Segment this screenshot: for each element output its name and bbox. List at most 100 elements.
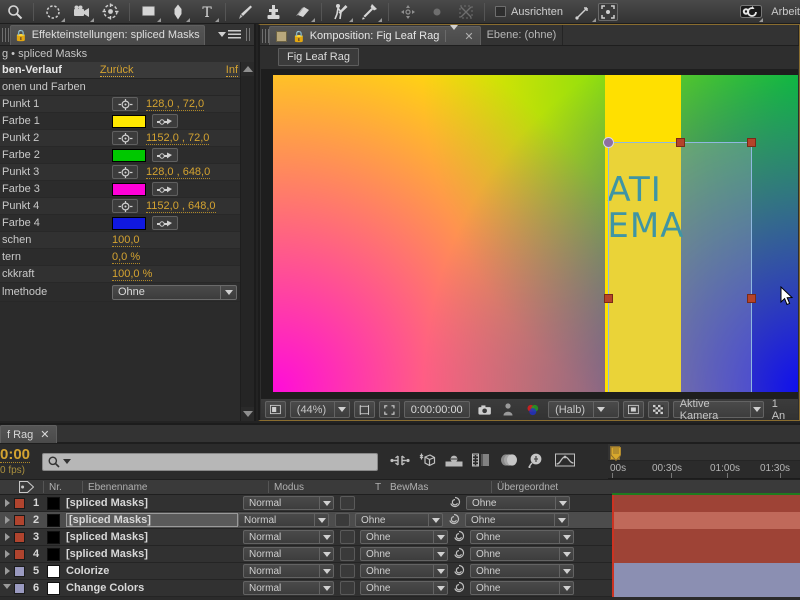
comp-breadcrumb[interactable]: Fig Leaf Rag bbox=[278, 47, 359, 66]
label-color-chip[interactable] bbox=[14, 548, 25, 560]
timeline-layer-bars[interactable] bbox=[608, 493, 800, 597]
eyedropper-icon[interactable] bbox=[152, 148, 178, 162]
panel-grip-icon[interactable] bbox=[2, 27, 9, 42]
composition-mini-flowchart-icon[interactable] bbox=[390, 454, 410, 470]
tab-composition[interactable]: 🔒 Komposition: Fig Leaf Rag ✕ bbox=[269, 25, 481, 45]
chevron-down-icon[interactable] bbox=[593, 402, 608, 417]
selection-handle-mid-right[interactable] bbox=[747, 294, 757, 304]
twirl-icon[interactable] bbox=[0, 583, 14, 593]
chevron-down-icon[interactable] bbox=[428, 514, 442, 526]
snapshot-icon[interactable] bbox=[474, 401, 495, 418]
eyedropper-icon[interactable] bbox=[152, 114, 178, 128]
chevron-down-icon[interactable] bbox=[220, 285, 236, 299]
brush-tool[interactable] bbox=[230, 1, 259, 23]
anchor-point-handle[interactable] bbox=[602, 136, 614, 148]
parent-pickwhip-icon[interactable] bbox=[453, 564, 465, 579]
show-snapshot-icon[interactable] bbox=[499, 401, 518, 418]
parent-pickwhip-icon[interactable] bbox=[449, 496, 461, 511]
timeline-ruler-band[interactable]: 00s 00:30s 01:00s 01:30s bbox=[608, 461, 800, 479]
layer-duration-bar[interactable] bbox=[612, 580, 800, 597]
track-matte-select[interactable]: Ohne bbox=[355, 513, 443, 527]
puppet-pin-tool[interactable] bbox=[355, 1, 384, 23]
param-row-jittern[interactable]: tern 0,0 % bbox=[0, 249, 240, 266]
parent-pickwhip-icon[interactable] bbox=[453, 547, 465, 562]
lock-icon[interactable]: 🔒 bbox=[14, 29, 28, 42]
label-color-chip[interactable] bbox=[14, 531, 25, 543]
workspace-switch-icon[interactable] bbox=[736, 1, 765, 23]
timeline-ruler[interactable]: 00s 00:30s 01:00s 01:30s bbox=[608, 444, 800, 479]
column-header-mode[interactable]: Modus bbox=[274, 480, 366, 494]
chevron-down-icon[interactable] bbox=[314, 514, 328, 526]
current-timecode[interactable]: 0:00:00:00 bbox=[403, 401, 470, 418]
track-matte-select[interactable]: Ohne bbox=[360, 581, 448, 595]
parent-pickwhip-icon[interactable] bbox=[453, 581, 465, 596]
chevron-down-icon[interactable] bbox=[218, 32, 226, 37]
chevron-down-icon[interactable] bbox=[319, 582, 333, 594]
type-tool[interactable]: T bbox=[192, 1, 221, 23]
eyedropper-icon[interactable] bbox=[152, 216, 178, 230]
param-row-mischmethode[interactable]: lmethode Ohne bbox=[0, 283, 240, 302]
column-header-number[interactable]: Nr. bbox=[49, 480, 77, 494]
search-chevron-down-icon[interactable] bbox=[63, 459, 71, 464]
layer-name[interactable]: [spliced Masks] bbox=[66, 548, 243, 560]
chevron-down-icon[interactable] bbox=[319, 497, 333, 509]
chevron-down-icon[interactable] bbox=[559, 582, 573, 594]
region-of-interest-icon[interactable] bbox=[597, 2, 618, 21]
snapping-icon[interactable] bbox=[569, 1, 598, 23]
track-matte-select[interactable]: Ohne bbox=[360, 564, 448, 578]
mask-feather-tool[interactable] bbox=[422, 1, 451, 23]
twirl-icon[interactable] bbox=[0, 533, 14, 541]
preserve-transparency-toggle[interactable] bbox=[340, 496, 355, 510]
hide-shy-layers-icon[interactable] bbox=[445, 454, 463, 470]
param-value[interactable]: 1152,0 , 72,0 bbox=[146, 132, 210, 145]
layer-name[interactable]: Change Colors bbox=[66, 582, 243, 594]
clone-stamp-tool[interactable] bbox=[259, 1, 288, 23]
param-value[interactable]: 1152,0 , 648,0 bbox=[146, 200, 216, 213]
chevron-down-icon[interactable] bbox=[445, 25, 459, 42]
track-matte-select[interactable]: Ohne bbox=[360, 530, 448, 544]
blend-mode-select[interactable]: Normal bbox=[243, 547, 334, 561]
param-row-farbe-1[interactable]: Farbe 1 bbox=[0, 113, 240, 130]
preserve-transparency-toggle[interactable] bbox=[340, 581, 355, 595]
label-color-chip[interactable] bbox=[14, 497, 25, 509]
chevron-down-icon[interactable] bbox=[319, 565, 333, 577]
pan-behind-tool[interactable] bbox=[96, 1, 125, 23]
region-preview-icon[interactable] bbox=[623, 401, 644, 418]
tab-effect-controls[interactable]: 🔒 Effekteinstellungen: spliced Masks bbox=[10, 24, 205, 45]
point-picker-icon[interactable] bbox=[112, 165, 138, 179]
chevron-down-icon[interactable] bbox=[319, 531, 333, 543]
layer-name-edit-field[interactable]: [spliced Masks] bbox=[66, 513, 238, 527]
chevron-down-icon[interactable] bbox=[433, 565, 447, 577]
resolution-select[interactable]: (Halb) bbox=[548, 401, 620, 418]
layer-name[interactable]: Colorize bbox=[66, 565, 243, 577]
selection-handle-top-right[interactable] bbox=[747, 137, 757, 147]
parent-select[interactable]: Ohne bbox=[470, 530, 574, 544]
color-swatch[interactable] bbox=[112, 182, 146, 196]
preserve-transparency-toggle[interactable] bbox=[340, 547, 355, 561]
layer-selection-box[interactable] bbox=[602, 136, 757, 392]
work-area-bar[interactable] bbox=[608, 444, 800, 461]
lock-icon[interactable]: 🔒 bbox=[292, 30, 306, 43]
param-row-mischen[interactable]: schen 100,0 bbox=[0, 232, 240, 249]
track-matte-select[interactable]: Ohne bbox=[360, 547, 448, 561]
param-value[interactable]: 100,0 % bbox=[112, 268, 153, 281]
grid-guides-icon[interactable] bbox=[354, 401, 375, 418]
blend-mode-select[interactable]: Normal bbox=[243, 564, 334, 578]
parent-select[interactable]: Ohne bbox=[470, 547, 574, 561]
chevron-down-icon[interactable] bbox=[433, 531, 447, 543]
always-preview-icon[interactable] bbox=[265, 401, 286, 418]
chevron-down-icon[interactable] bbox=[749, 402, 763, 417]
twirl-icon[interactable] bbox=[0, 499, 14, 507]
column-header-track-matte[interactable]: BewMas bbox=[390, 480, 486, 494]
scrollbar-track[interactable] bbox=[241, 76, 254, 407]
composition-canvas[interactable]: ATI EMA bbox=[273, 75, 798, 392]
panel-menu-icon[interactable] bbox=[228, 30, 241, 39]
chevron-down-icon[interactable] bbox=[319, 548, 333, 560]
scroll-up-icon[interactable] bbox=[241, 62, 255, 76]
chevron-down-icon[interactable] bbox=[555, 497, 569, 509]
param-value[interactable]: 100,0 bbox=[112, 234, 140, 247]
eraser-tool[interactable] bbox=[288, 1, 317, 23]
parent-pickwhip-icon[interactable] bbox=[448, 513, 460, 528]
eyedropper-icon[interactable] bbox=[152, 182, 178, 196]
chevron-down-icon[interactable] bbox=[334, 402, 349, 417]
